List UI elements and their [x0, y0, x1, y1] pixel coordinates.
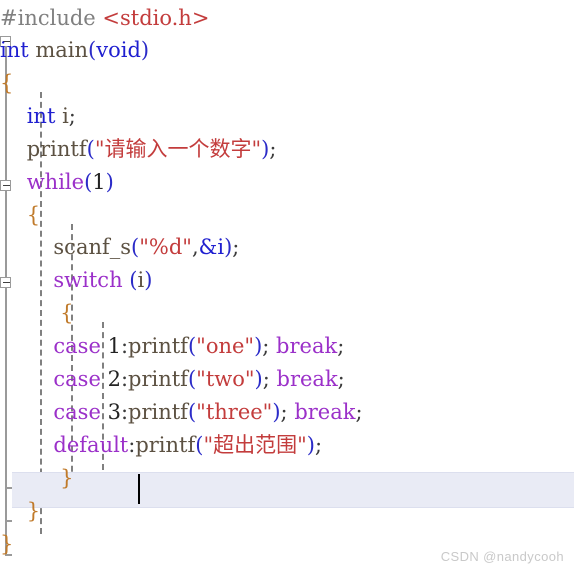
token: : — [120, 400, 129, 424]
token: "three" — [196, 400, 273, 424]
code-line-16[interactable]: } — [0, 495, 40, 528]
token: ; — [232, 235, 240, 259]
token: ) — [144, 268, 153, 292]
token: 3 — [100, 400, 121, 424]
code-line-3[interactable]: { — [0, 67, 13, 100]
code-line-2[interactable]: int main(void) — [0, 34, 149, 67]
token: ( — [86, 137, 95, 161]
token: case — [0, 400, 101, 424]
token: void — [96, 38, 141, 62]
token: ) — [306, 433, 315, 457]
code-line-8[interactable]: scanf_s("%d",&i); — [0, 231, 239, 264]
token: break — [294, 400, 356, 424]
code-line-4[interactable]: int i; — [0, 100, 76, 133]
text-caret — [138, 474, 140, 504]
code-line-12[interactable]: case 2:printf("two"); break; — [0, 363, 345, 396]
token: { — [0, 71, 14, 95]
token: i — [55, 104, 69, 128]
code-line-9[interactable]: switch (i) — [0, 264, 152, 297]
token: } — [0, 532, 14, 556]
token: ) — [254, 367, 263, 391]
token: 1 — [92, 170, 106, 194]
token: ; — [355, 400, 363, 424]
token: "two" — [196, 367, 255, 391]
token: ) — [140, 38, 150, 62]
code-line-15[interactable]: } — [0, 462, 73, 495]
token: "请输入一个数字" — [94, 137, 262, 161]
code-line-17[interactable]: } — [0, 528, 13, 561]
code-editor[interactable]: #include <stdio.h> int main(void){ int i;… — [0, 0, 574, 572]
token: printf — [0, 137, 87, 161]
token: switch — [0, 268, 123, 292]
token: ; — [337, 334, 345, 358]
token: while — [0, 170, 85, 194]
token: "超出范围" — [203, 433, 307, 457]
token: ; — [269, 137, 277, 161]
code-line-5[interactable]: printf("请输入一个数字"); — [0, 133, 277, 166]
token: case — [0, 334, 101, 358]
code-line-13[interactable]: case 3:printf("three"); break; — [0, 396, 363, 429]
token: 1 — [100, 334, 121, 358]
token: &i — [198, 235, 225, 259]
token: } — [0, 466, 74, 490]
token: printf — [128, 400, 188, 424]
code-line-11[interactable]: case 1:printf("one"); break; — [0, 330, 344, 363]
token: ; — [68, 104, 76, 128]
code-line-6[interactable]: while(1) — [0, 166, 114, 199]
token: ) — [105, 170, 114, 194]
token: ; — [280, 400, 295, 424]
token: ( — [187, 367, 197, 391]
token: scanf_s — [0, 235, 132, 259]
token: int — [0, 38, 29, 62]
token: ; — [262, 334, 277, 358]
code-line-7[interactable]: { — [0, 199, 40, 232]
token: #include — [0, 6, 103, 30]
token: : — [120, 367, 129, 391]
token: ( — [187, 400, 197, 424]
token: printf — [128, 334, 188, 358]
token: , — [191, 235, 199, 259]
token: ( — [122, 268, 138, 292]
token: break — [276, 367, 338, 391]
code-line-1[interactable]: #include <stdio.h> — [0, 2, 209, 35]
token: ; — [337, 367, 345, 391]
token: case — [0, 367, 101, 391]
token: "one" — [196, 334, 255, 358]
token: main — [28, 38, 89, 62]
token: ; — [262, 367, 277, 391]
token: ) — [272, 400, 281, 424]
code-line-14[interactable]: default:printf("超出范围"); — [0, 429, 322, 462]
code-line-10[interactable]: { — [0, 297, 73, 330]
csdn-watermark: CSDN @nandycooh — [440, 549, 564, 564]
token: break — [276, 334, 338, 358]
token: 2 — [100, 367, 121, 391]
token: <stdio.h> — [102, 6, 210, 30]
token: printf — [128, 367, 188, 391]
token: ( — [187, 334, 197, 358]
token: default — [0, 433, 129, 457]
token: } — [0, 499, 41, 523]
token: { — [0, 301, 74, 325]
token: { — [0, 203, 41, 227]
token: printf — [135, 433, 196, 457]
token: int — [0, 104, 56, 128]
current-line-highlight — [12, 472, 574, 508]
token: : — [120, 334, 129, 358]
token: ; — [315, 433, 323, 457]
token: "%d" — [139, 235, 192, 259]
